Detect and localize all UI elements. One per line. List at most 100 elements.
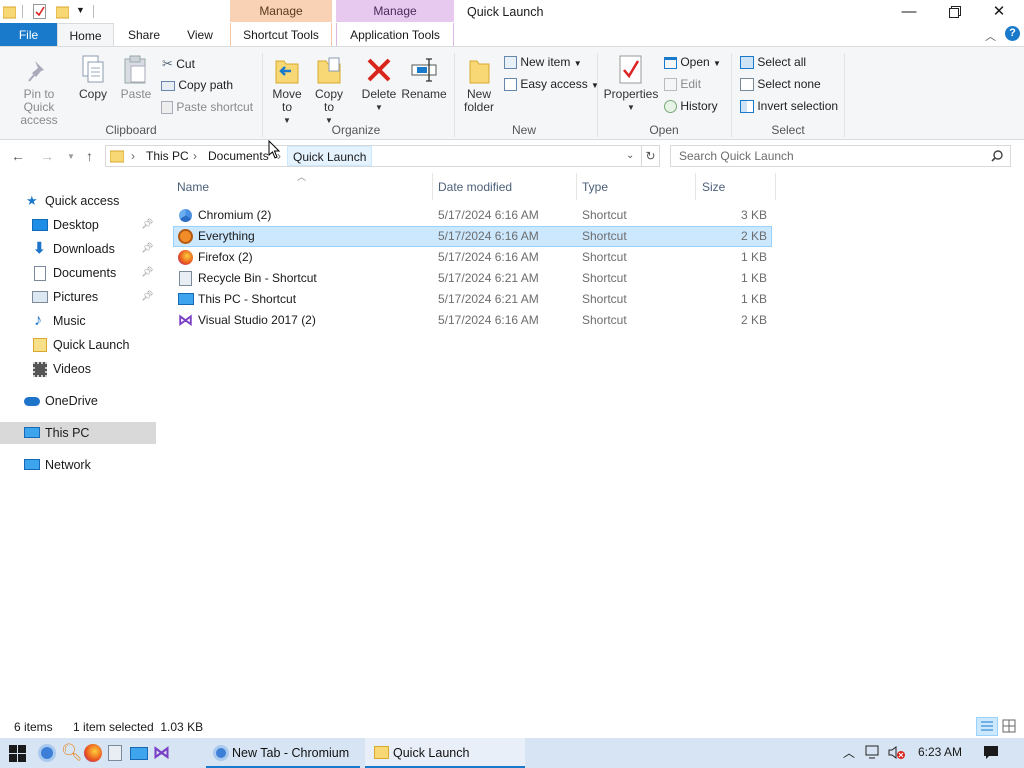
- nav-item-videos[interactable]: Videos: [0, 358, 156, 380]
- maximize-button[interactable]: [932, 0, 978, 24]
- close-button[interactable]: ✕: [976, 0, 1022, 24]
- volume-muted-icon[interactable]: [888, 745, 906, 760]
- cut-button[interactable]: ✂ Cut: [162, 56, 195, 72]
- easy-access-button[interactable]: Easy access ▼: [504, 77, 599, 92]
- new-item-button[interactable]: New item ▼: [504, 55, 582, 70]
- pin-icon[interactable]: 📌︎: [141, 286, 154, 308]
- minimize-button[interactable]: —: [886, 0, 932, 24]
- nav-onedrive[interactable]: OneDrive: [0, 390, 156, 412]
- history-button[interactable]: History: [664, 99, 718, 114]
- column-header-date[interactable]: Date modified: [438, 180, 512, 196]
- properties-icon[interactable]: [33, 4, 46, 19]
- paste-shortcut-button[interactable]: Paste shortcut: [161, 100, 253, 115]
- rename-button[interactable]: Rename: [401, 55, 447, 101]
- paste-button[interactable]: Paste: [118, 55, 154, 101]
- new-folder-button[interactable]: New folder: [460, 55, 498, 114]
- delete-button[interactable]: Delete ▼: [360, 55, 398, 114]
- file-size: 3 KB: [740, 208, 767, 222]
- nav-item-documents[interactable]: Documents 📌︎: [0, 262, 156, 284]
- breadcrumb-this-pc[interactable]: This PC: [146, 149, 189, 163]
- clock-time[interactable]: 6:23 AM: [918, 745, 962, 759]
- nav-item-music[interactable]: ♪ Music: [0, 310, 156, 332]
- breadcrumb-chevron[interactable]: ›: [131, 149, 135, 163]
- delete-label: Delete: [361, 87, 397, 101]
- file-name: Visual Studio 2017 (2): [198, 313, 316, 327]
- tab-view[interactable]: View: [176, 23, 224, 47]
- invert-selection-button[interactable]: Invert selection: [740, 99, 838, 114]
- visual-studio-taskbar-icon[interactable]: ⋈: [153, 744, 171, 762]
- copy-path-button[interactable]: Copy path: [161, 78, 233, 92]
- back-button[interactable]: ←: [11, 148, 25, 164]
- copy-path-label: Copy path: [178, 78, 234, 92]
- search-icon[interactable]: [991, 150, 1003, 162]
- nav-network[interactable]: Network: [0, 454, 156, 476]
- details-view-button[interactable]: [976, 717, 998, 736]
- pin-icon[interactable]: 📌︎: [141, 214, 154, 236]
- qat-dropdown-icon[interactable]: ▼: [76, 5, 85, 15]
- rename-icon: [411, 58, 437, 82]
- nav-item-quick-launch[interactable]: Quick Launch: [0, 334, 156, 356]
- nav-item-pictures[interactable]: Pictures 📌︎: [0, 286, 156, 308]
- network-status-icon[interactable]: [865, 745, 882, 760]
- select-all-button[interactable]: Select all: [740, 55, 806, 70]
- chromium-taskbar-icon[interactable]: [38, 744, 56, 762]
- film-icon: [33, 362, 47, 377]
- cut-label: Cut: [176, 57, 195, 71]
- pin-icon[interactable]: 📌︎: [141, 238, 154, 260]
- tab-shortcut-tools[interactable]: Shortcut Tools: [230, 23, 332, 47]
- move-to-label: Move to: [272, 87, 302, 114]
- notification-icon[interactable]: [983, 745, 999, 760]
- table-row[interactable]: This PC - Shortcut 5/17/2024 6:21 AM Sho…: [173, 289, 772, 310]
- nav-this-pc[interactable]: This PC: [0, 422, 156, 444]
- column-header-name[interactable]: Name: [177, 180, 209, 196]
- table-row[interactable]: ⋈ Visual Studio 2017 (2) 5/17/2024 6:16 …: [173, 310, 772, 331]
- windows-start-icon[interactable]: [9, 745, 26, 762]
- column-header-size[interactable]: Size: [702, 180, 725, 196]
- table-row-selected[interactable]: Everything 5/17/2024 6:16 AM Shortcut 2 …: [173, 226, 772, 247]
- refresh-button[interactable]: ↻: [641, 145, 660, 167]
- table-row[interactable]: Firefox (2) 5/17/2024 6:16 AM Shortcut 1…: [173, 247, 772, 268]
- breadcrumb-documents[interactable]: Documents: [208, 149, 269, 163]
- new-item-label: New item: [520, 55, 571, 69]
- taskbar-app-quick-launch[interactable]: Quick Launch: [365, 738, 525, 768]
- tab-home[interactable]: Home: [57, 23, 114, 47]
- edit-button[interactable]: Edit: [664, 77, 701, 92]
- show-hidden-icons-chevron-icon[interactable]: ︿: [843, 744, 855, 761]
- ribbon-collapse-icon[interactable]: ︿: [985, 28, 996, 44]
- nav-item-downloads[interactable]: ⬇ Downloads 📌︎: [0, 238, 156, 260]
- copy-button[interactable]: Copy: [77, 55, 109, 101]
- taskbar-app-chromium[interactable]: New Tab - Chromium: [206, 738, 360, 768]
- chromium-icon: [178, 208, 193, 223]
- firefox-taskbar-icon[interactable]: [84, 744, 102, 762]
- everything-taskbar-icon[interactable]: 🔍︎: [61, 744, 83, 762]
- this-pc-taskbar-icon[interactable]: [130, 747, 148, 760]
- tab-application-tools[interactable]: Application Tools: [336, 23, 454, 47]
- select-none-button[interactable]: Select none: [740, 77, 821, 92]
- forward-button[interactable]: →: [40, 148, 54, 164]
- up-button[interactable]: ↑: [86, 148, 93, 164]
- table-row[interactable]: Chromium (2) 5/17/2024 6:16 AM Shortcut …: [173, 205, 772, 226]
- pin-quick-access-button[interactable]: Pin to Quick access: [4, 59, 74, 127]
- copy-to-button[interactable]: Copy to ▼: [312, 55, 346, 127]
- address-dropdown-icon[interactable]: ⌄: [626, 150, 634, 161]
- new-folder-icon[interactable]: [56, 4, 69, 19]
- nav-item-desktop[interactable]: Desktop 📌︎: [0, 214, 156, 236]
- move-to-button[interactable]: Move to ▼: [270, 55, 304, 127]
- open-button[interactable]: Open ▼: [664, 55, 721, 69]
- column-header-type[interactable]: Type: [582, 180, 608, 196]
- properties-button[interactable]: Properties ▼: [603, 55, 659, 114]
- breadcrumb-chevron[interactable]: ›: [193, 149, 197, 163]
- properties-label: Properties: [603, 87, 659, 101]
- breadcrumb-quick-launch[interactable]: Quick Launch: [287, 146, 373, 166]
- folder-icon: [374, 746, 389, 759]
- tab-share[interactable]: Share: [119, 23, 169, 47]
- tab-file[interactable]: File: [0, 23, 57, 47]
- recycle-bin-taskbar-icon[interactable]: [108, 745, 122, 761]
- move-to-icon: [275, 60, 299, 84]
- large-icons-view-button[interactable]: [1002, 719, 1016, 733]
- pin-icon[interactable]: 📌︎: [141, 262, 154, 284]
- table-row[interactable]: Recycle Bin - Shortcut 5/17/2024 6:21 AM…: [173, 268, 772, 289]
- help-icon[interactable]: ?: [1005, 26, 1020, 41]
- recent-locations-icon[interactable]: ▼: [67, 152, 75, 161]
- nav-quick-access[interactable]: ★ Quick access: [0, 190, 156, 212]
